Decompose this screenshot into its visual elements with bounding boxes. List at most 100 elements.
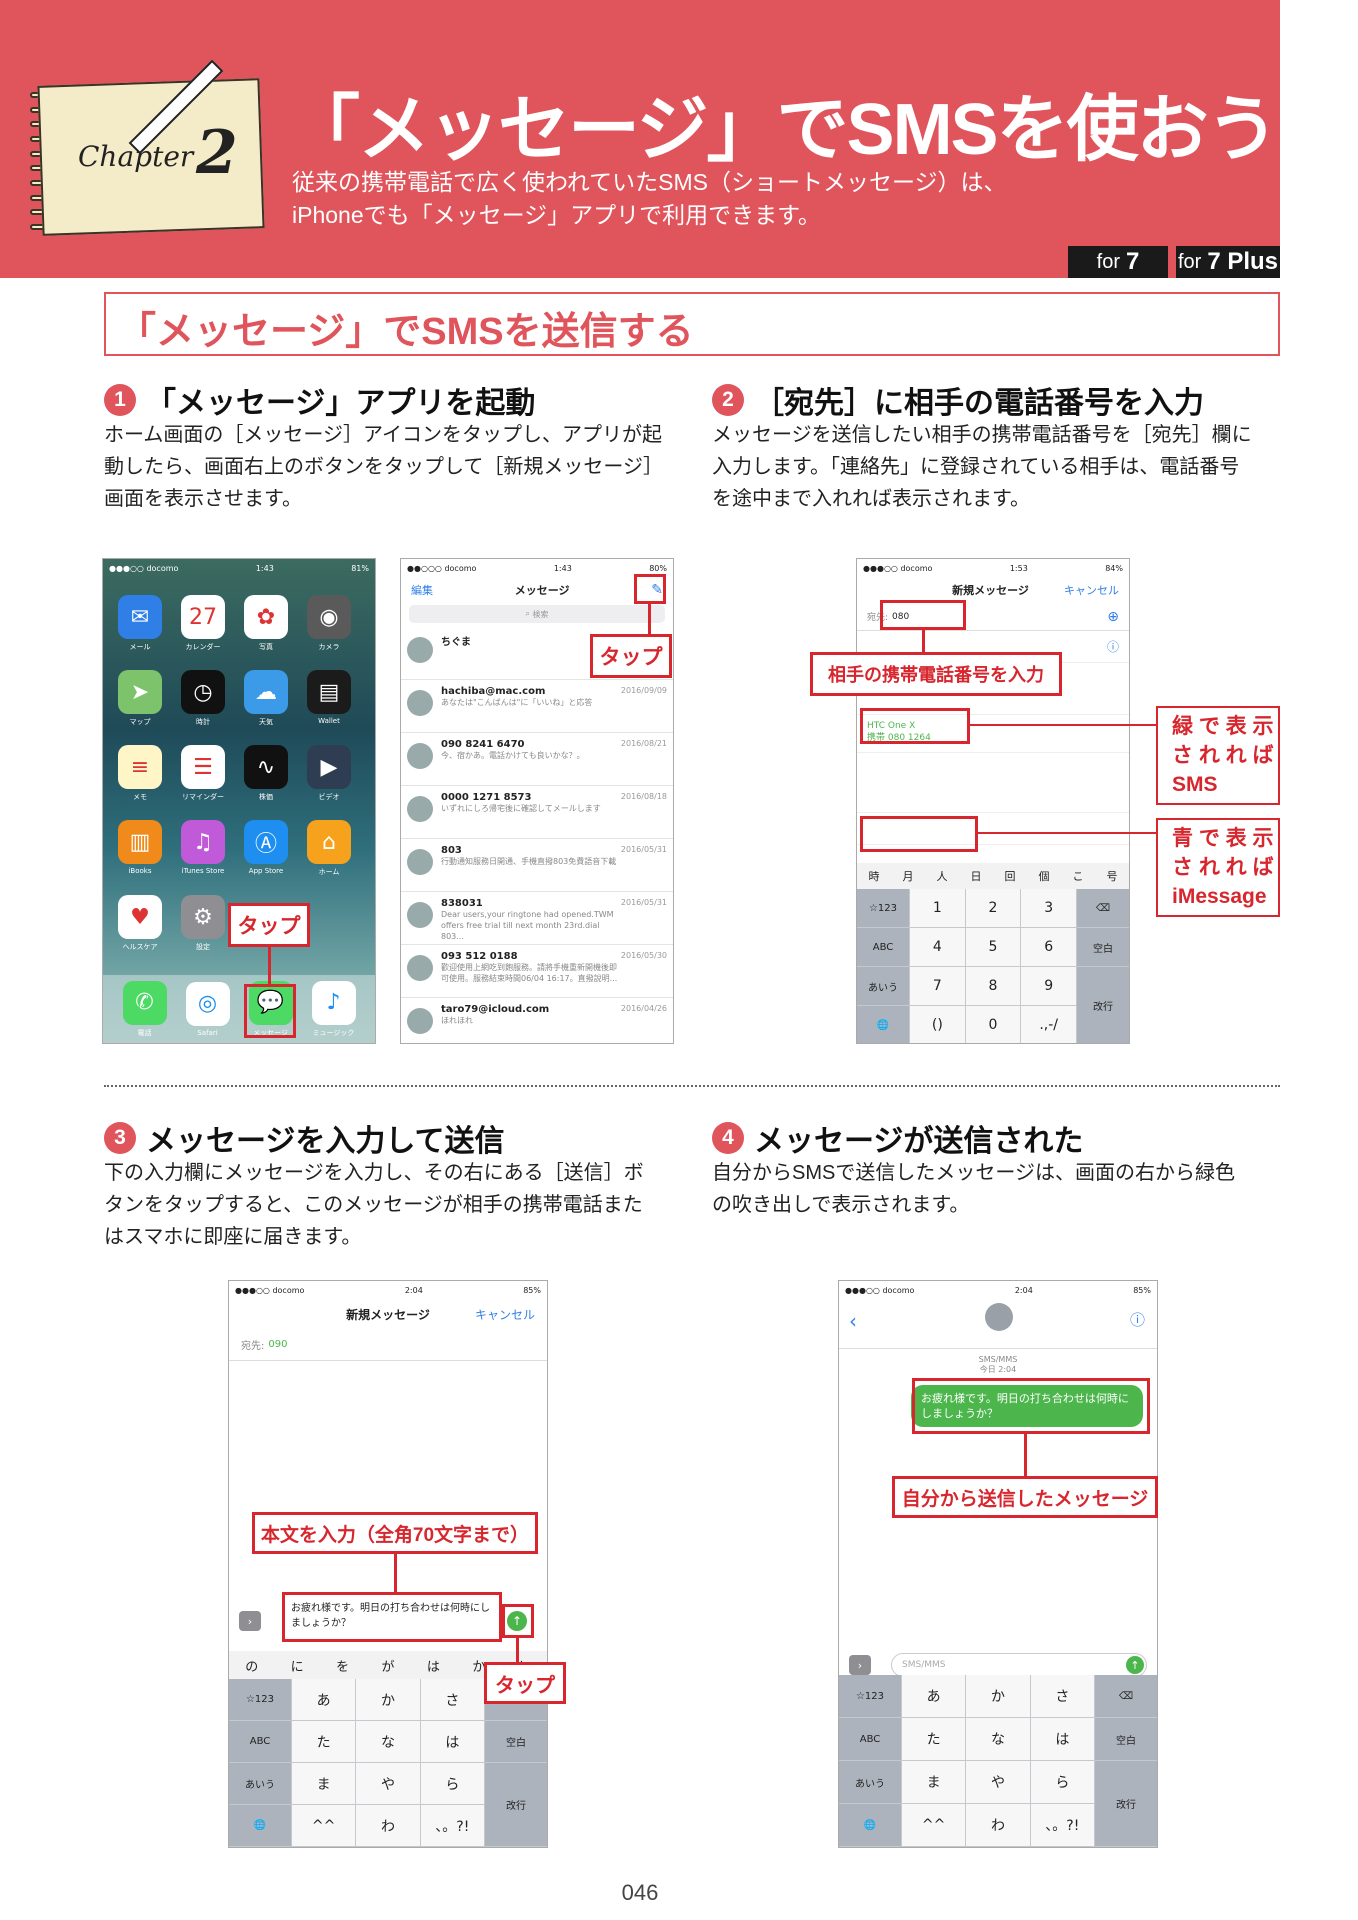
keyboard-key[interactable]: 空白 — [1077, 928, 1129, 966]
maps-icon[interactable]: ➤ — [118, 670, 162, 714]
search-input[interactable]: ⌕ 検索 — [409, 605, 665, 623]
prediction-candidate[interactable]: 月 — [903, 868, 914, 884]
keyboard-key[interactable]: 空白 — [484, 1721, 547, 1762]
app-tile[interactable]: Ⓐ App Store — [243, 820, 289, 877]
keyboard-key[interactable]: 8 — [965, 967, 1021, 1005]
app-tile[interactable]: ✉ メール — [117, 595, 163, 652]
keyboard-key[interactable]: ^^ — [902, 1804, 966, 1846]
prediction-candidate[interactable]: こ — [1073, 868, 1084, 884]
back-chevron-icon[interactable]: ‹ — [849, 1309, 857, 1333]
keyboard-key[interactable]: ☆123 — [839, 1675, 901, 1717]
clock-icon[interactable]: ◷ — [181, 670, 225, 714]
music-icon[interactable]: ♪ — [311, 980, 356, 1025]
app-tile[interactable]: ◉ カメラ — [306, 595, 352, 652]
list-item[interactable]: 838031 Dear users,your ringtone had opene… — [401, 892, 673, 945]
keyboard-key[interactable]: () — [910, 1006, 965, 1043]
info-icon[interactable]: ⓘ — [1130, 1309, 1145, 1330]
notes-icon[interactable]: ≡ — [118, 745, 162, 789]
keyboard-key[interactable]: ^^ — [292, 1805, 356, 1846]
keyboard-key[interactable]: さ — [1030, 1675, 1094, 1717]
prediction-candidate[interactable]: の — [245, 1656, 258, 1675]
keyboard-key[interactable]: .,-/ — [1021, 1006, 1076, 1043]
prediction-candidate[interactable]: 時 — [869, 868, 880, 884]
reminders-icon[interactable]: ☰ — [181, 745, 225, 789]
stocks-icon[interactable]: ∿ — [244, 745, 288, 789]
list-item[interactable]: 0000 1271 8573 いずれにしろ帰宅後に確認してメールします 2016/0… — [401, 786, 673, 839]
app-tile[interactable]: ▥ iBooks — [117, 820, 163, 877]
keyboard-key[interactable]: 改行 — [484, 1763, 547, 1846]
list-item[interactable]: 090 8241 6470 今、宿かあ。電話かけても良いかな？。 2016/08/2… — [401, 733, 673, 786]
prediction-candidate[interactable]: が — [381, 1656, 394, 1675]
app-tile[interactable]: ♫ iTunes Store — [180, 820, 226, 877]
keyboard-key[interactable]: さ — [420, 1679, 484, 1720]
keyboard-key[interactable]: 3 — [1021, 889, 1076, 927]
keyboard-key[interactable]: 7 — [910, 967, 965, 1005]
send-icon[interactable]: ↑ — [1126, 1656, 1144, 1674]
home-app-icon[interactable]: ⌂ — [307, 820, 351, 864]
message-input[interactable]: SMS/MMS ↑ — [891, 1653, 1147, 1677]
weather-icon[interactable]: ☁ — [244, 670, 288, 714]
keyboard-key[interactable]: か — [966, 1675, 1030, 1717]
list-item[interactable]: taro79@icloud.com ほれほれ 2016/04/26 — [401, 998, 673, 1043]
app-tile[interactable]: ▤ Wallet — [306, 670, 352, 727]
prediction-candidate[interactable]: は — [427, 1656, 440, 1675]
keyboard-key[interactable]: ら — [1030, 1761, 1094, 1803]
keyboard-key[interactable]: な — [966, 1718, 1030, 1760]
app-tile[interactable]: ➤ マップ — [117, 670, 163, 727]
keyboard-key[interactable]: 改行 — [1077, 967, 1129, 1043]
phone-icon[interactable]: ✆ — [122, 980, 167, 1025]
app-tile[interactable]: 27 カレンダー — [180, 595, 226, 652]
app-tile[interactable]: ☁ 天気 — [243, 670, 289, 727]
keyboard-key[interactable]: ABC — [229, 1721, 291, 1762]
keyboard-key[interactable]: あいう — [839, 1761, 901, 1803]
keyboard-key[interactable]: 1 — [910, 889, 965, 927]
app-tile[interactable]: ◷ 時計 — [180, 670, 226, 727]
keyboard-key[interactable]: わ — [356, 1805, 420, 1846]
keyboard-key[interactable]: ☆123 — [229, 1679, 291, 1720]
keyboard-key[interactable]: ま — [902, 1761, 966, 1803]
app-tile[interactable]: ☰ リマインダー — [180, 745, 226, 802]
keyboard-key[interactable]: 4 — [910, 928, 965, 966]
keyboard-key[interactable]: や — [356, 1763, 420, 1804]
keyboard-key[interactable]: や — [966, 1761, 1030, 1803]
ibooks-icon[interactable]: ▥ — [118, 820, 162, 864]
prediction-candidate[interactable]: 回 — [1005, 868, 1016, 884]
keyboard-key[interactable]: た — [902, 1718, 966, 1760]
keyboard-key[interactable]: 空白 — [1094, 1718, 1157, 1760]
keyboard-key[interactable]: 0 — [965, 1006, 1021, 1043]
settings-icon[interactable]: ⚙ — [181, 895, 225, 939]
mail-icon[interactable]: ✉ — [118, 595, 162, 639]
list-item[interactable]: hachiba@mac.com あなたは"こんばんは"に「いいね」と応答 2016/… — [401, 680, 673, 733]
keyboard-key[interactable]: 🌐 — [857, 1006, 909, 1043]
keyboard-key[interactable]: わ — [966, 1804, 1030, 1846]
prediction-candidate[interactable]: 人 — [937, 868, 948, 884]
dock-app[interactable]: ✆ 電話 — [122, 980, 167, 1038]
keyboard-key[interactable]: あ — [902, 1675, 966, 1717]
cancel-button[interactable]: キャンセル — [1064, 582, 1119, 598]
photos-icon[interactable]: ✿ — [244, 595, 288, 639]
app-tile[interactable]: ✿ 写真 — [243, 595, 289, 652]
dock-app[interactable]: ♪ ミュージック — [311, 980, 356, 1038]
keyboard-key[interactable]: 5 — [965, 928, 1021, 966]
keyboard-key[interactable]: ま — [292, 1763, 356, 1804]
prediction-candidate[interactable]: 日 — [971, 868, 982, 884]
camera-icon[interactable]: ◉ — [307, 595, 351, 639]
keyboard-key[interactable]: ⌫ — [1077, 889, 1129, 927]
keyboard-key[interactable]: ABC — [839, 1718, 901, 1760]
wallet-icon[interactable]: ▤ — [307, 670, 351, 714]
keyboard-key[interactable]: た — [292, 1721, 356, 1762]
prediction-candidate[interactable]: 個 — [1039, 868, 1050, 884]
keyboard-key[interactable]: 🌐 — [229, 1805, 291, 1846]
app-tile[interactable]: ▶ ビデオ — [306, 745, 352, 802]
keyboard-key[interactable]: ⌫ — [1094, 1675, 1157, 1717]
add-contact-icon[interactable]: ⊕ — [1107, 609, 1119, 625]
app-tile[interactable]: ♥ ヘルスケア — [117, 895, 163, 952]
keyboard-key[interactable]: は — [1030, 1718, 1094, 1760]
keyboard-key[interactable]: 、。?! — [420, 1805, 484, 1846]
keyboard-key[interactable]: 、。?! — [1030, 1804, 1094, 1846]
health-icon[interactable]: ♥ — [118, 895, 162, 939]
keyboard-key[interactable]: な — [356, 1721, 420, 1762]
list-item[interactable]: 803 行動通知服務日開通、手機直撥803免費語音下載 2016/05/31 — [401, 839, 673, 892]
keyboard-key[interactable]: か — [356, 1679, 420, 1720]
keyboard-key[interactable]: 🌐 — [839, 1804, 901, 1846]
